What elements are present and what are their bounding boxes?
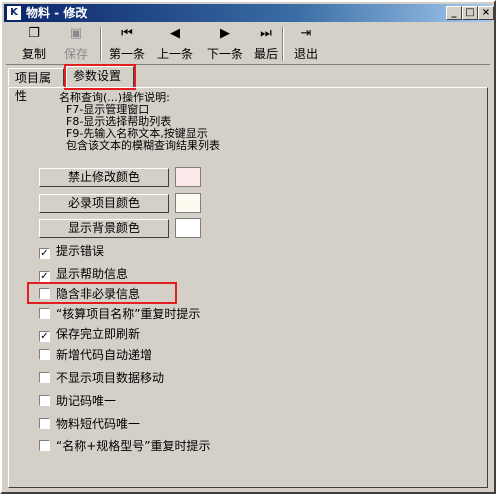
- required-color-swatch: [175, 193, 201, 213]
- checkbox[interactable]: ✓: [39, 271, 50, 282]
- first-record-label: 第一条: [108, 47, 145, 61]
- toolbar-separator: [282, 27, 284, 61]
- dialog-window: K 物料 - 修改 _ □ × ❐ 复制 ▣ 保存 ⏮ 第一条 ◀ 上一条 ▶ …: [0, 0, 496, 494]
- checkbox[interactable]: [39, 308, 50, 319]
- option-row[interactable]: 物料短代码唯一: [39, 416, 140, 432]
- option-label: “核算项目名称”重复时提示: [56, 307, 201, 321]
- last-record-icon: ⏭: [260, 26, 272, 41]
- option-row[interactable]: 不显示项目数据移动: [39, 370, 164, 386]
- tab-item-properties[interactable]: 项目属性: [8, 68, 64, 103]
- minimize-button[interactable]: _: [446, 6, 462, 20]
- option-row[interactable]: ✓ 显示帮助信息: [39, 266, 128, 282]
- option-label: 新增代码自动递增: [56, 348, 153, 362]
- option-label: 物料短代码唯一: [56, 417, 141, 431]
- copy-label: 复制: [21, 47, 46, 61]
- background-color-swatch: [175, 218, 201, 238]
- readonly-color-swatch: [175, 167, 201, 187]
- option-label: 助记码唯一: [56, 394, 117, 408]
- readonly-color-button[interactable]: 禁止修改颜色: [39, 168, 169, 187]
- option-row[interactable]: 助记码唯一: [39, 393, 116, 409]
- option-label: “名称+规格型号”重复时提示: [56, 439, 211, 453]
- checkbox[interactable]: [39, 395, 50, 406]
- option-row[interactable]: ✓ 保存完立即刷新: [39, 326, 140, 342]
- toolbar-separator: [100, 27, 102, 61]
- exit-door-icon: ⇥: [300, 26, 312, 41]
- save-button[interactable]: ▣ 保存: [58, 26, 94, 62]
- close-button[interactable]: ×: [478, 6, 494, 20]
- save-icon: ▣: [69, 26, 83, 41]
- background-color-button[interactable]: 显示背景颜色: [39, 219, 169, 238]
- tab-strip: 项目属性 参数设置: [8, 64, 488, 103]
- option-row[interactable]: 新增代码自动递增: [39, 347, 152, 363]
- option-label: 提示错误: [56, 244, 105, 258]
- maximize-button[interactable]: □: [462, 6, 478, 20]
- exit-label: 退出: [293, 47, 318, 61]
- tab-parameter-settings[interactable]: 参数设置: [64, 64, 136, 90]
- last-record-label: 最后: [253, 47, 278, 61]
- window-title: 物料 - 修改: [26, 6, 88, 20]
- prev-record-button[interactable]: ◀ 上一条: [152, 26, 198, 62]
- required-color-button[interactable]: 必录项目颜色: [39, 194, 169, 213]
- checkbox[interactable]: [39, 372, 50, 383]
- option-label: 不显示项目数据移动: [56, 371, 165, 385]
- toolbar: ❐ 复制 ▣ 保存 ⏮ 第一条 ◀ 上一条 ▶ 下一条 ⏭ 最后 ⇥ 退出: [6, 24, 490, 65]
- first-record-icon: ⏮: [121, 26, 133, 41]
- checkbox[interactable]: ✓: [39, 248, 50, 259]
- option-label: 隐含非必录信息: [56, 287, 141, 301]
- prev-record-label: 上一条: [156, 47, 193, 61]
- checkbox[interactable]: [39, 349, 50, 360]
- checkbox[interactable]: [39, 418, 50, 429]
- exit-button[interactable]: ⇥ 退出: [288, 26, 324, 62]
- help-text: 名称查询(...)操作说明: F7-显示管理窗口 F8-显示选择帮助列表 F9-…: [59, 91, 220, 152]
- next-record-button[interactable]: ▶ 下一条: [202, 26, 248, 62]
- prev-record-icon: ◀: [170, 26, 180, 41]
- option-label: 保存完立即刷新: [56, 327, 141, 341]
- copy-button[interactable]: ❐ 复制: [16, 26, 52, 62]
- checkbox[interactable]: ✓: [39, 331, 50, 342]
- save-label: 保存: [63, 47, 88, 61]
- option-row[interactable]: ✓ 提示错误: [39, 243, 104, 259]
- next-record-label: 下一条: [206, 47, 243, 61]
- option-row[interactable]: 隐含非必录信息: [39, 286, 140, 302]
- first-record-button[interactable]: ⏮ 第一条: [106, 26, 148, 62]
- option-row[interactable]: “名称+规格型号”重复时提示: [39, 438, 211, 454]
- checkbox[interactable]: [39, 288, 50, 299]
- checkbox[interactable]: [39, 440, 50, 451]
- last-record-button[interactable]: ⏭ 最后: [250, 26, 282, 62]
- option-label: 显示帮助信息: [56, 267, 129, 281]
- title-bar[interactable]: K 物料 - 修改 _ □ ×: [4, 4, 494, 22]
- next-record-icon: ▶: [220, 26, 230, 41]
- option-row[interactable]: “核算项目名称”重复时提示: [39, 306, 200, 322]
- parameter-settings-panel: 名称查询(...)操作说明: F7-显示管理窗口 F8-显示选择帮助列表 F9-…: [8, 87, 488, 488]
- app-logo-icon: K: [7, 6, 21, 20]
- copy-icon: ❐: [28, 26, 40, 41]
